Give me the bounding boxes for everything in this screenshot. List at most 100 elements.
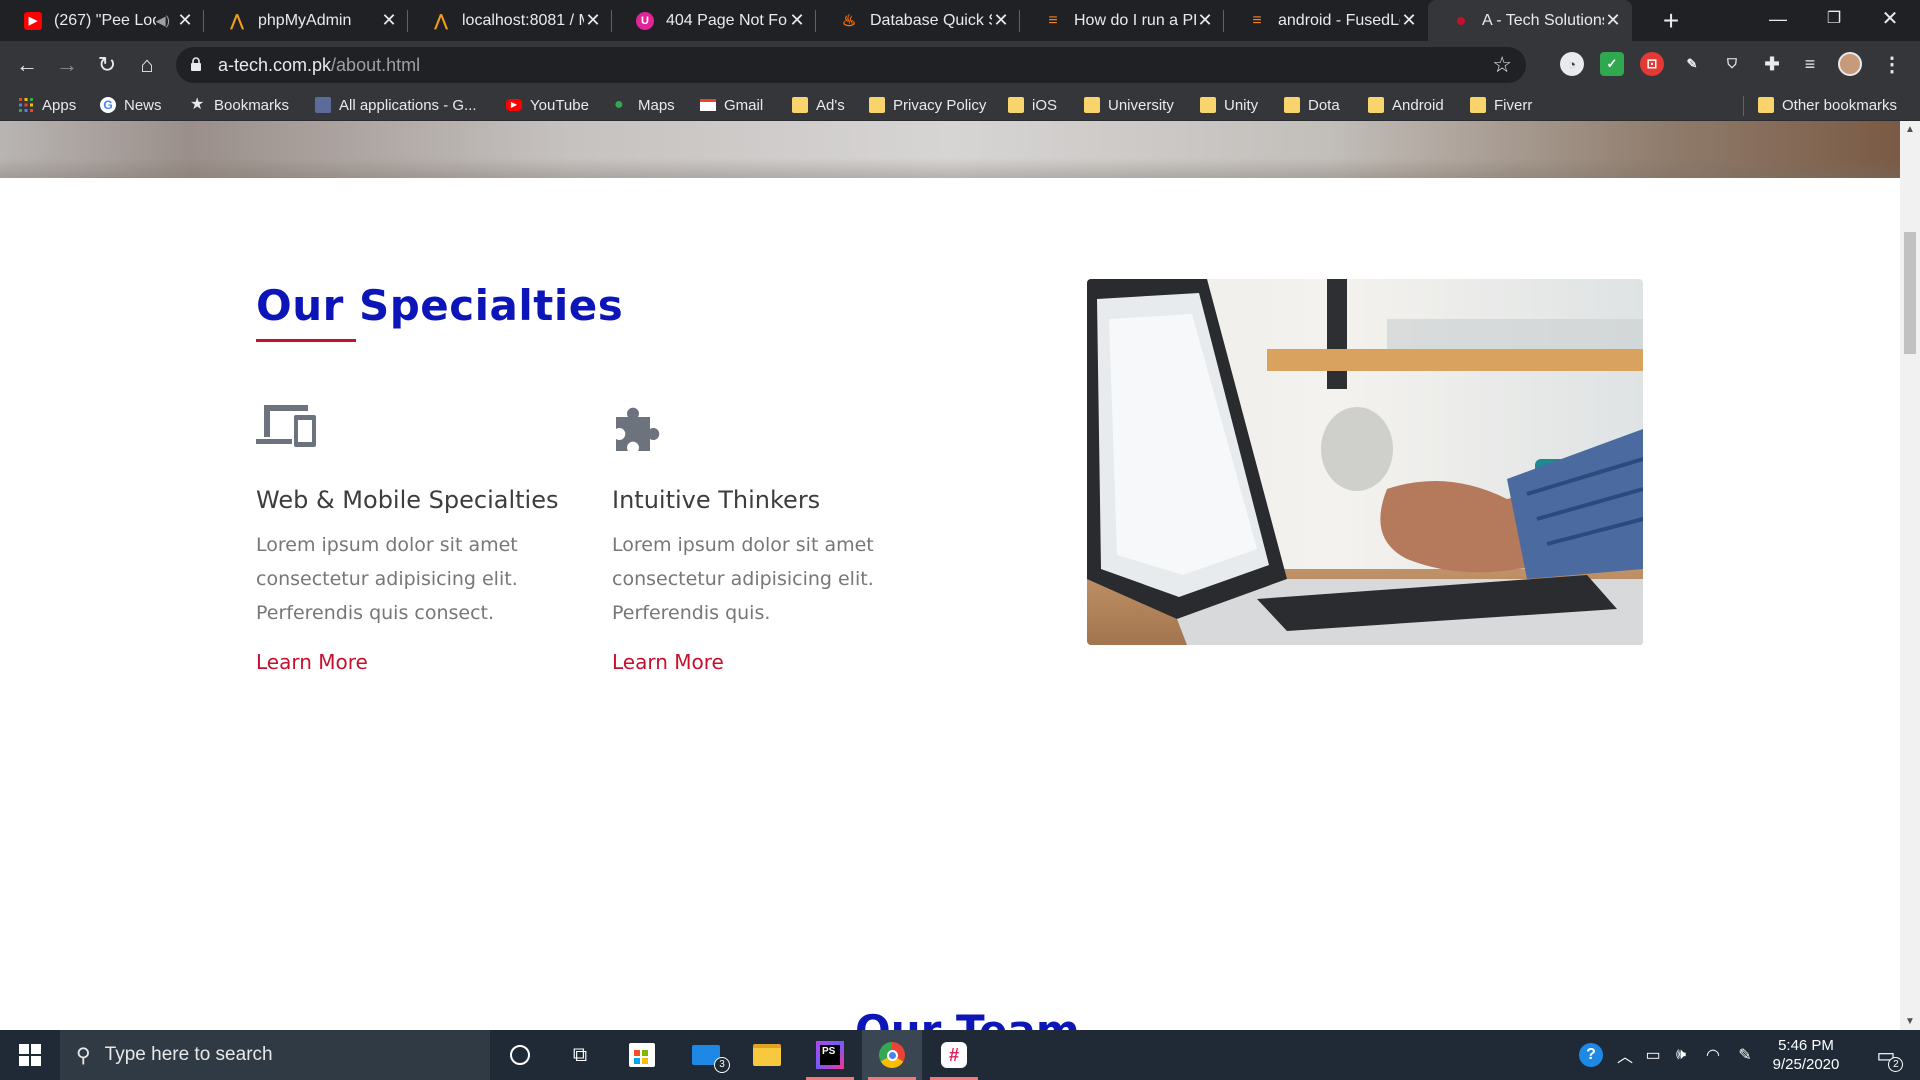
feature-card-intuitive-thinkers: Intuitive Thinkers Lorem ipsum dolor sit… <box>612 401 932 674</box>
scroll-down-arrow-icon[interactable]: ▼ <box>1900 1013 1920 1030</box>
back-button[interactable]: ← <box>11 49 43 81</box>
bookmark-label: Privacy Policy <box>893 96 987 114</box>
gmail-icon <box>700 99 716 111</box>
learn-more-link[interactable]: Learn More <box>256 650 368 674</box>
media-control-icon[interactable]: ≡ <box>1798 52 1822 76</box>
shield-extension-icon[interactable]: ✓ <box>1600 52 1624 76</box>
bookmark-label: Bookmarks <box>214 96 290 114</box>
cortana-button[interactable] <box>490 1030 550 1080</box>
search-icon: ⚲ <box>76 1044 91 1067</box>
tab-atech-active[interactable]: A - Tech Solutions ✕ <box>1428 0 1632 41</box>
store-icon <box>629 1043 655 1067</box>
minimize-button[interactable]: — <box>1750 0 1806 41</box>
tab-label: localhost:8081 / M <box>462 11 584 29</box>
taskbar-search-box[interactable]: ⚲ Type here to search <box>60 1030 490 1080</box>
reload-button[interactable]: ↻ <box>91 49 123 81</box>
bookmark-folder-dota[interactable]: Dota <box>1284 94 1340 116</box>
profile-avatar[interactable] <box>1838 52 1862 76</box>
tab-stackoverflow-php[interactable]: ≡ How do I run a PH ✕ <box>1020 0 1224 41</box>
pen-extension-icon[interactable]: ✎ <box>1680 52 1704 76</box>
task-view-button[interactable]: ⧉ <box>550 1030 610 1080</box>
extensions-puzzle-icon[interactable]: ✚ <box>1760 52 1784 76</box>
bookmark-gmail[interactable]: Gmail <box>700 94 763 116</box>
app-icon <box>315 97 331 113</box>
tab-youtube[interactable]: ▶ (267) "Pee Loo ◀) ✕ <box>0 0 204 41</box>
forward-button[interactable]: → <box>51 49 83 81</box>
bookmark-folder-android[interactable]: Android <box>1368 94 1444 116</box>
close-tab-icon[interactable]: ✕ <box>176 10 194 31</box>
bookmark-youtube[interactable]: ▶ YouTube <box>506 94 589 116</box>
hero-image-bottom-edge <box>0 121 1900 178</box>
red-extension-icon[interactable]: ⊡ <box>1640 52 1664 76</box>
address-bar[interactable]: a-tech.com.pk/about.html ☆ <box>176 47 1526 83</box>
tab-404[interactable]: U 404 Page Not Foun ✕ <box>612 0 816 41</box>
learn-more-link[interactable]: Learn More <box>612 650 724 674</box>
taskbar-store[interactable] <box>612 1030 672 1080</box>
close-tab-icon[interactable]: ✕ <box>992 10 1010 31</box>
laptop-photo-illustration <box>1087 279 1643 645</box>
scroll-up-arrow-icon[interactable]: ▲ <box>1900 121 1920 138</box>
bookmark-folder-unity[interactable]: Unity <box>1200 94 1258 116</box>
close-tab-icon[interactable]: ✕ <box>584 10 602 31</box>
bookmark-folder-privacy[interactable]: Privacy Policy <box>869 94 986 116</box>
taskbar-slack[interactable]: # <box>924 1030 984 1080</box>
tab-phpmyadmin[interactable]: ⋀ phpMyAdmin ✕ <box>204 0 408 41</box>
taskbar-phpstorm[interactable]: PS <box>800 1030 860 1080</box>
wifi-icon: ◠ <box>1706 1047 1720 1064</box>
folder-icon <box>869 97 885 113</box>
bookmark-other-bookmarks[interactable]: Other bookmarks <box>1758 94 1897 116</box>
bookmark-star-icon[interactable]: ☆ <box>1492 52 1512 78</box>
help-icon: ? <box>1579 1043 1603 1067</box>
folder-icon <box>1470 97 1486 113</box>
close-tab-icon[interactable]: ✕ <box>380 10 398 31</box>
taskbar-clock[interactable]: 5:46 PM 9/25/2020 <box>1758 1036 1854 1074</box>
close-tab-icon[interactable]: ✕ <box>788 10 806 31</box>
close-tab-icon[interactable]: ✕ <box>1400 10 1418 31</box>
speed-extension-icon[interactable]: ◔ <box>1560 52 1584 76</box>
start-button[interactable] <box>0 1030 60 1080</box>
bookmark-label: All applications - G... <box>339 96 477 114</box>
bookmark-bookmarks[interactable]: ★ Bookmarks <box>190 94 289 116</box>
section-title: Our Specialties <box>256 281 624 330</box>
close-tab-icon[interactable]: ✕ <box>1196 10 1214 31</box>
shield-outline-extension-icon[interactable]: ⛉ <box>1720 52 1744 76</box>
bookmark-label: iOS <box>1032 96 1058 114</box>
tab-firebase[interactable]: ♨ Database Quick St ✕ <box>816 0 1020 41</box>
new-tab-button[interactable]: + <box>1656 6 1686 36</box>
page-scrollbar[interactable]: ▲ ▼ <box>1900 121 1920 1030</box>
bookmark-folder-fiverr[interactable]: Fiverr <box>1470 94 1532 116</box>
bookmark-folder-ads[interactable]: Ad's <box>792 94 845 116</box>
menu-kebab-icon[interactable]: ⋮ <box>1880 52 1904 76</box>
youtube-icon: ▶ <box>24 11 42 30</box>
bookmark-label: Ad's <box>816 96 845 114</box>
battery-tray-icon[interactable]: ▭ <box>1640 1030 1666 1080</box>
help-tray-button[interactable]: ? <box>1574 1030 1608 1080</box>
tab-stackoverflow-android[interactable]: ≡ android - FusedLo ✕ <box>1224 0 1428 41</box>
phpstorm-icon: PS <box>816 1041 844 1069</box>
network-tray-icon[interactable]: ◠ <box>1700 1030 1726 1080</box>
taskbar-chrome[interactable] <box>862 1030 922 1080</box>
close-tab-icon[interactable]: ✕ <box>1604 10 1622 31</box>
scrollbar-thumb[interactable] <box>1904 232 1916 354</box>
speaker-icon: 🕪 <box>1675 1046 1687 1063</box>
bookmark-all-applications[interactable]: All applications - G... <box>315 94 477 116</box>
bookmark-apps[interactable]: Apps <box>18 94 76 116</box>
taskbar-mail[interactable]: 3 <box>676 1030 736 1080</box>
volume-tray-icon[interactable]: 🕪 <box>1668 1030 1694 1080</box>
home-button[interactable]: ⌂ <box>131 49 163 81</box>
show-hidden-icons-button[interactable]: ︿ <box>1612 1030 1638 1080</box>
tab-localhost[interactable]: ⋀ localhost:8081 / M ✕ <box>408 0 612 41</box>
pen-tray-icon[interactable]: ✎ <box>1732 1030 1758 1080</box>
close-window-button[interactable]: ✕ <box>1862 0 1918 41</box>
next-section-title: Our Team <box>855 1006 1080 1030</box>
tab-label: phpMyAdmin <box>258 11 352 29</box>
bookmark-folder-ios[interactable]: iOS <box>1008 94 1057 116</box>
bookmark-news[interactable]: G News <box>100 94 162 116</box>
folder-icon <box>1758 97 1774 113</box>
taskbar-file-explorer[interactable] <box>737 1030 797 1080</box>
action-center-button[interactable]: ▭ 2 <box>1866 1030 1906 1080</box>
bookmark-label: Other bookmarks <box>1782 96 1898 114</box>
restore-button[interactable]: ❐ <box>1806 0 1862 41</box>
bookmark-folder-university[interactable]: University <box>1084 94 1174 116</box>
bookmark-maps[interactable]: ● Maps <box>614 94 675 116</box>
